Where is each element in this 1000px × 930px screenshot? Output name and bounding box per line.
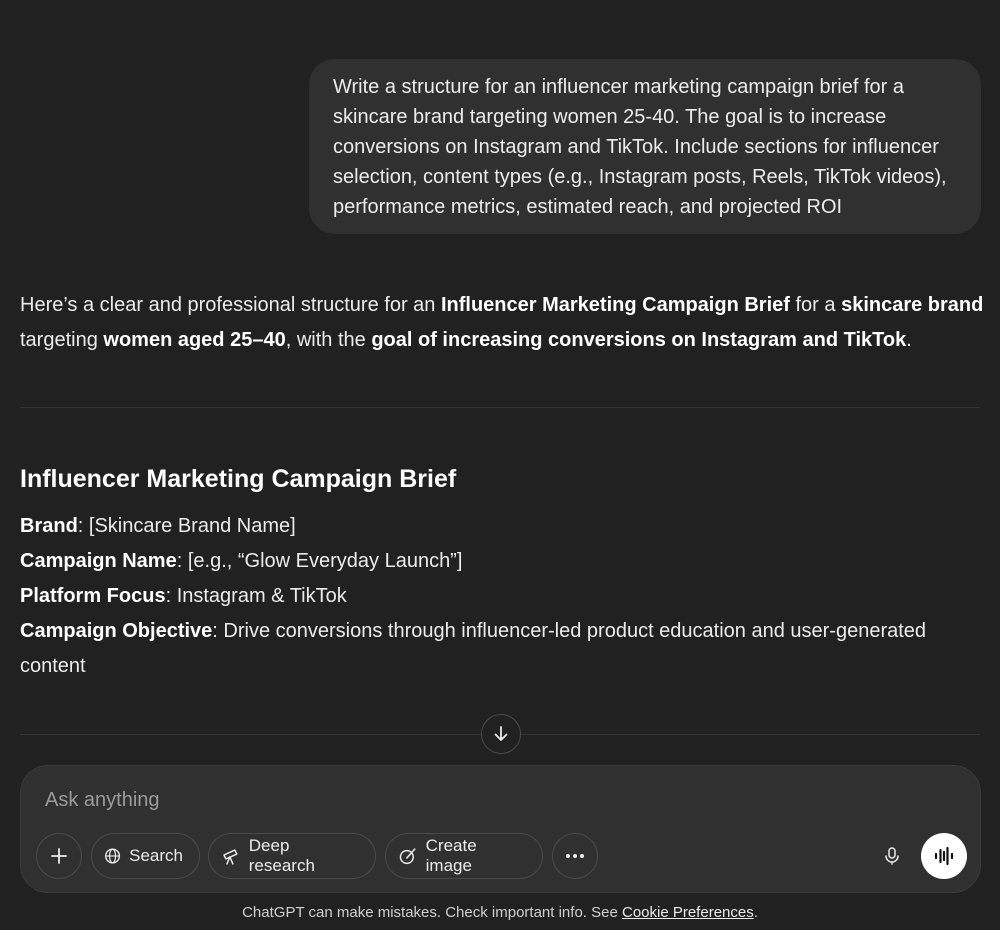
- brief-fields: Brand: [Skincare Brand Name] Campaign Na…: [20, 509, 980, 684]
- field-key: Platform Focus: [20, 585, 166, 607]
- intro-text: for a: [789, 294, 842, 316]
- intro-text: Here’s a clear and professional structur…: [20, 294, 441, 316]
- search-button[interactable]: Search: [91, 833, 200, 879]
- field-value: : [Skincare Brand Name]: [77, 515, 296, 537]
- deep-research-label: Deep research: [248, 836, 315, 875]
- dictate-button[interactable]: [869, 833, 915, 879]
- add-button[interactable]: [36, 833, 82, 879]
- intro-bold: goal of increasing conversions on Instag…: [371, 329, 907, 351]
- voice-mode-button[interactable]: [921, 833, 967, 879]
- globe-icon: [105, 848, 121, 864]
- assistant-intro: Here’s a clear and professional structur…: [20, 288, 985, 358]
- intro-text: targeting: [20, 329, 104, 351]
- field-key: Campaign Name: [20, 550, 177, 572]
- cookie-preferences-link[interactable]: Cookie Preferences: [622, 904, 754, 921]
- deep-research-button[interactable]: Deep research: [208, 833, 376, 879]
- disclaimer-footer: ChatGPT can make mistakes. Check importa…: [0, 903, 1000, 923]
- disclaimer-end: .: [753, 904, 758, 921]
- intro-text: , with the: [285, 329, 372, 351]
- telescope-icon: [223, 849, 238, 865]
- brush-icon: [399, 848, 416, 865]
- brief-field-campaign-name: Campaign Name: [e.g., “Glow Everyday Lau…: [20, 544, 980, 579]
- create-image-button[interactable]: Create image: [385, 833, 543, 879]
- brief-field-campaign-objective: Campaign Objective: Drive conversions th…: [20, 614, 980, 684]
- more-tools-button[interactable]: [552, 833, 598, 879]
- brief-field-platform-focus: Platform Focus: Instagram & TikTok: [20, 579, 980, 614]
- chat-page: Write a structure for an influencer mark…: [0, 0, 1000, 930]
- voice-waveform-icon: [934, 846, 954, 866]
- divider: [20, 407, 980, 408]
- mic-icon: [885, 847, 899, 865]
- composer: Search Deep research Create image: [20, 765, 981, 893]
- plus-icon: [51, 848, 67, 864]
- brief-field-brand: Brand: [Skincare Brand Name]: [20, 509, 980, 544]
- search-label: Search: [129, 846, 183, 865]
- intro-bold: skincare brand: [841, 294, 984, 316]
- intro-bold: Influencer Marketing Campaign Brief: [440, 294, 790, 316]
- ellipsis-icon: [566, 854, 584, 858]
- disclaimer-text: ChatGPT can make mistakes. Check importa…: [242, 904, 622, 921]
- brief-title: Influencer Marketing Campaign Brief: [20, 465, 457, 493]
- user-message-bubble: Write a structure for an influencer mark…: [309, 59, 981, 234]
- prompt-input[interactable]: [45, 786, 845, 814]
- create-image-label: Create image: [425, 836, 477, 875]
- field-key: Brand: [20, 515, 78, 537]
- user-message-text: Write a structure for an influencer mark…: [333, 76, 947, 218]
- intro-bold: women aged 25–40: [103, 329, 286, 351]
- field-value: : Instagram & TikTok: [165, 585, 347, 607]
- scroll-down-button[interactable]: [481, 714, 521, 754]
- field-key: Campaign Objective: [20, 620, 213, 642]
- arrow-down-icon: [494, 726, 508, 741]
- field-value: : [e.g., “Glow Everyday Launch”]: [176, 550, 463, 572]
- intro-text: .: [906, 329, 912, 351]
